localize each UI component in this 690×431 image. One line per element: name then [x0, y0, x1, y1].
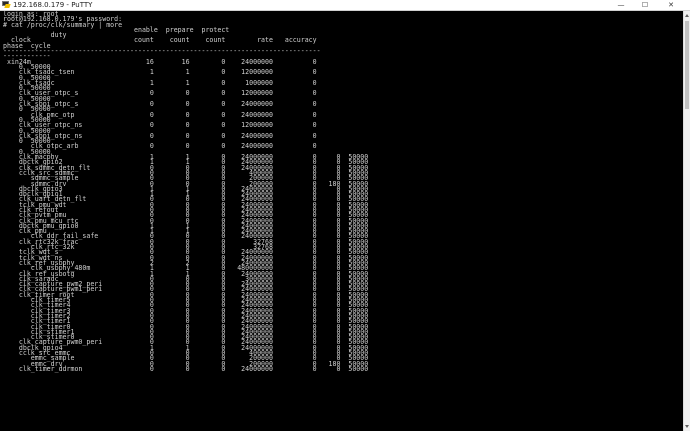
terminal-line: xin24m 16 16 0 24000000 0	[3, 57, 317, 66]
close-button[interactable]: ✕	[660, 0, 682, 10]
maximize-button[interactable]: ☐	[634, 0, 656, 10]
terminal-line: clk_tsadc 1 1 0 1000000 0	[3, 78, 317, 87]
putty-icon[interactable]	[2, 1, 11, 9]
terminal-line: clk_sbpi_otpc_ns 0 0 0 24000000 0	[3, 131, 317, 140]
terminal-line: clk_user_otpc_ns 0 0 0 12000000 0	[3, 121, 317, 130]
scroll-up-arrow-icon[interactable]	[685, 14, 689, 17]
terminal-area[interactable]: login as: root root@192.168.0.179's passw…	[0, 11, 683, 431]
terminal-line: clk_tsadc_tsen 1 1 0 12000000 0	[3, 68, 317, 77]
scroll-down-arrow-icon[interactable]	[685, 425, 689, 428]
terminal-line: clk_sbpi_otpc_s 0 0 0 24000000 0	[3, 100, 317, 109]
scrollbar-thumb[interactable]	[685, 21, 689, 109]
minimize-button[interactable]: —	[610, 0, 632, 10]
vertical-scrollbar[interactable]	[683, 11, 690, 431]
terminal-line: clk_otpc_arb 0 0 0 24000000 0	[3, 142, 317, 151]
terminal-line: clk_user_otpc_s 0 0 0 12000000 0	[3, 89, 317, 98]
terminal-line: clk_timer_ddrmon 0 0 0 24000000 0 0 5000…	[3, 364, 369, 373]
window-titlebar[interactable]: 192.168.0.179 - PuTTY — ☐ ✕	[0, 0, 690, 11]
window-title: 192.168.0.179 - PuTTY	[13, 1, 93, 9]
terminal-line: clk_pmc_otp 0 0 0 24000000 0	[3, 110, 317, 119]
terminal-line: clock count count count rate accuracy	[3, 36, 317, 45]
terminal-output: login as: root root@192.168.0.179's passw…	[3, 11, 369, 373]
terminal-line: ----------------------------------------…	[3, 47, 321, 56]
